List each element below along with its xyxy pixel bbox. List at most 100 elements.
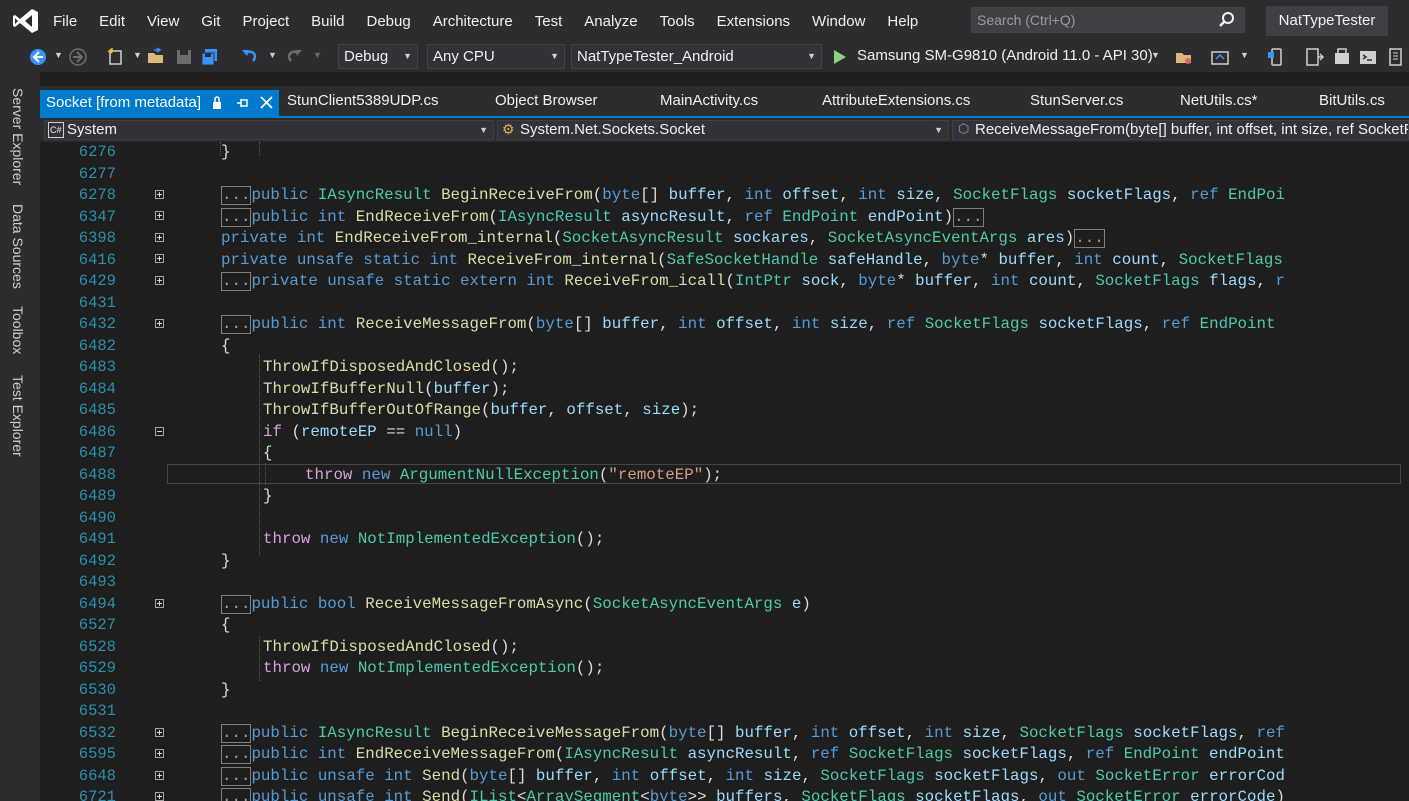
collapsed-region-marker[interactable]: ... [953, 207, 984, 227]
open-folder-icon[interactable] [146, 47, 166, 67]
line-number: 6527 [78, 616, 116, 634]
menu-git[interactable]: Git [190, 13, 231, 30]
new-dropdown-icon[interactable]: ▼ [133, 50, 142, 60]
code-line: throw new ArgumentNullException("remoteE… [305, 465, 723, 484]
save-all-icon[interactable] [200, 47, 220, 67]
solution-name[interactable]: NatTypeTester [1266, 6, 1388, 36]
collapsed-region-marker[interactable]: ... [221, 272, 252, 291]
member-dropdown[interactable]: ⬡ ReceiveMessageFrom(byte[] buffer, int … [952, 120, 1409, 140]
tab-bitutils[interactable]: BitUtils.cs [1319, 92, 1385, 109]
expand-icon[interactable] [155, 771, 164, 780]
menu-analyze[interactable]: Analyze [573, 13, 648, 30]
expand-icon[interactable] [155, 728, 164, 737]
undo-icon[interactable] [240, 47, 260, 67]
menu-extensions[interactable]: Extensions [706, 13, 801, 30]
collapsed-region-marker[interactable]: ... [221, 207, 252, 227]
open-folder-icon[interactable] [1174, 47, 1194, 67]
menu-help[interactable]: Help [876, 13, 929, 30]
back-icon[interactable] [28, 47, 48, 67]
type-dropdown[interactable]: ⚙ System.Net.Sockets.Socket ▼ [497, 120, 949, 140]
redo-icon[interactable] [284, 47, 304, 67]
tab-attributeextensions[interactable]: AttributeExtensions.cs [822, 92, 970, 109]
save-icon[interactable] [174, 47, 194, 67]
startup-project-dropdown[interactable]: NatTypeTester_Android ▼ [571, 44, 822, 69]
tab-mainactivity[interactable]: MainActivity.cs [660, 92, 758, 109]
code-line: } [221, 551, 231, 570]
code-line: ThrowIfBufferOutOfRange(buffer, offset, … [263, 401, 700, 419]
collapsed-region-marker[interactable]: ... [221, 594, 252, 614]
collapsed-region-marker[interactable]: ... [221, 723, 252, 743]
tab-stunclient5389udp[interactable]: StunClient5389UDP.cs [287, 92, 438, 109]
menu-file[interactable]: File [42, 13, 88, 30]
undo-dropdown-icon[interactable]: ▼ [268, 50, 277, 60]
standard-toolbar: ▼ ▼ ▼ ▼ Debug ▼ Any CPU ▼ NatTypeTester_… [0, 42, 1409, 72]
menu-window[interactable]: Window [801, 13, 876, 30]
configuration-dropdown[interactable]: Debug ▼ [338, 44, 418, 69]
expand-icon[interactable] [155, 190, 164, 199]
line-number: 6490 [78, 508, 116, 527]
expand-icon[interactable] [155, 319, 164, 328]
terminal-icon[interactable] [1358, 47, 1378, 67]
line-number: 6486 [78, 422, 116, 441]
collapsed-region-marker[interactable]: ... [1074, 229, 1105, 248]
tab-netutils[interactable]: NetUtils.cs* [1180, 92, 1258, 109]
expand-icon[interactable] [155, 233, 164, 242]
collapsed-region-marker[interactable]: ... [221, 788, 252, 801]
search-box[interactable]: Search (Ctrl+Q) [971, 7, 1245, 33]
collapsed-region-marker[interactable]: ... [221, 745, 252, 764]
tab-data-sources[interactable]: Data Sources [10, 204, 26, 289]
line-number: 6532 [78, 723, 116, 742]
tab-object-browser[interactable]: Object Browser [495, 92, 598, 109]
close-icon[interactable] [260, 96, 273, 109]
expand-icon[interactable] [155, 211, 164, 220]
tab-test-explorer[interactable]: Test Explorer [10, 375, 26, 457]
tab-server-explorer[interactable]: Server Explorer [10, 88, 26, 185]
back-dropdown-icon[interactable]: ▼ [54, 50, 63, 60]
tab-toolbox[interactable]: Toolbox [10, 306, 26, 354]
run-target-label[interactable]: Samsung SM-G9810 (Android 11.0 - API 30) [857, 47, 1153, 64]
menu-build[interactable]: Build [300, 13, 355, 30]
expand-icon[interactable] [155, 749, 164, 758]
menu-test[interactable]: Test [524, 13, 574, 30]
expand-icon[interactable] [155, 276, 164, 285]
code-line: private int EndReceiveFrom_internal(Sock… [221, 229, 1105, 248]
tab-label: Socket [from metadata] [46, 94, 202, 111]
home-icon[interactable] [1210, 47, 1230, 67]
pin-icon[interactable] [236, 96, 250, 110]
line-number: 6528 [78, 637, 116, 656]
menu-tools[interactable]: Tools [649, 13, 706, 30]
collapse-icon[interactable] [155, 427, 164, 436]
code-editor[interactable]: 6276 6277 6278 6347 6398 6416 6429 6431 … [40, 142, 1409, 801]
configuration-value: Debug [344, 48, 389, 65]
dropdown-icon[interactable]: ▼ [1240, 50, 1249, 60]
menu-architecture[interactable]: Architecture [422, 13, 524, 30]
indent-guide [259, 355, 260, 555]
device-manager-icon[interactable] [1266, 47, 1286, 67]
new-project-icon[interactable] [106, 47, 126, 67]
forward-icon[interactable] [68, 47, 88, 67]
android-device-icon[interactable] [1304, 47, 1324, 67]
csharp-icon: C# [48, 122, 64, 138]
sdk-manager-icon[interactable] [1332, 47, 1352, 67]
collapsed-region-marker[interactable]: ... [221, 766, 252, 786]
tab-socket-metadata[interactable]: Socket [from metadata] [40, 90, 279, 116]
code-line: ...public int EndReceiveFrom(IAsyncResul… [221, 207, 984, 227]
code-line: ThrowIfDisposedAndClosed(); [263, 637, 519, 656]
expand-icon[interactable] [155, 599, 164, 608]
menu-project[interactable]: Project [231, 13, 300, 30]
collapsed-region-marker[interactable]: ... [221, 186, 252, 205]
menu-view[interactable]: View [136, 13, 190, 30]
collapsed-region-marker[interactable]: ... [221, 315, 252, 334]
tab-stunserver[interactable]: StunServer.cs [1030, 92, 1123, 109]
expand-icon[interactable] [155, 254, 164, 263]
run-target-dropdown-icon[interactable]: ▼ [1151, 50, 1160, 60]
start-debugging-icon[interactable] [832, 48, 848, 66]
platform-dropdown[interactable]: Any CPU ▼ [427, 44, 565, 69]
menu-debug[interactable]: Debug [356, 13, 422, 30]
menu-edit[interactable]: Edit [88, 13, 136, 30]
expand-icon[interactable] [155, 792, 164, 801]
device-log-icon[interactable] [1386, 47, 1406, 67]
redo-dropdown-icon[interactable]: ▼ [313, 50, 322, 60]
project-dropdown[interactable]: C# System ▼ [44, 120, 494, 140]
visual-studio-logo-icon [13, 9, 38, 33]
